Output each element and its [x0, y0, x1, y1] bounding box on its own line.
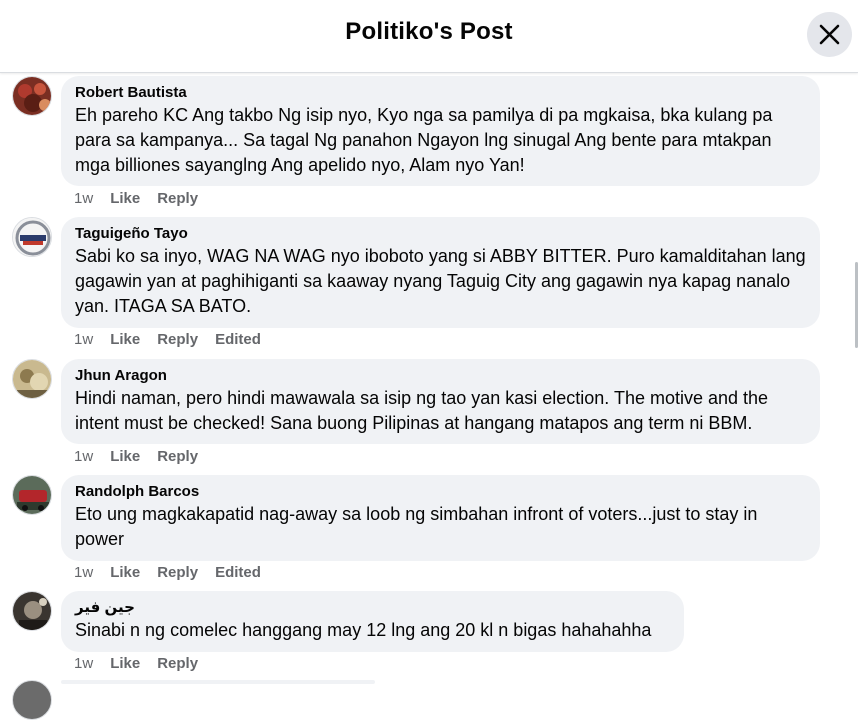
scrollbar-track[interactable]: [854, 72, 858, 684]
edited-label: Edited: [215, 331, 261, 348]
comment-time[interactable]: 1w: [74, 564, 93, 581]
comment-actions: 1w Like Reply: [74, 448, 215, 466]
like-button[interactable]: Like: [110, 331, 140, 348]
avatar[interactable]: [12, 475, 52, 515]
comment-actions: 1w Like Reply Edited: [74, 564, 278, 582]
page-title: Politiko's Post: [345, 18, 513, 45]
reply-button[interactable]: Reply: [157, 655, 198, 672]
avatar[interactable]: [12, 680, 52, 720]
reply-button[interactable]: Reply: [157, 448, 198, 465]
comment-author[interactable]: Robert Bautista: [75, 84, 806, 102]
comment-author[interactable]: Randolph Barcos: [75, 483, 806, 501]
comment-actions: 1w Like Reply: [74, 655, 215, 673]
like-button[interactable]: Like: [110, 190, 140, 207]
comment-bubble: جين فير Sinabi n ng comelec hanggang may…: [61, 591, 684, 652]
avatar[interactable]: [12, 76, 52, 116]
edited-label: Edited: [215, 564, 261, 581]
reply-button[interactable]: Reply: [157, 190, 198, 207]
comment-author[interactable]: Jhun Aragon: [75, 367, 806, 385]
comment-time[interactable]: 1w: [74, 448, 93, 465]
comment-author[interactable]: Taguigeño Tayo: [75, 225, 806, 243]
comment-actions: 1w Like Reply: [74, 190, 215, 208]
comment-bubble: Robert Bautista Eh pareho KC Ang takbo N…: [61, 76, 820, 186]
comment-bubble: Randolph Barcos Eto ung magkakapatid nag…: [61, 475, 820, 561]
comment-bubble: [61, 680, 375, 684]
comment-author[interactable]: جين فير: [75, 599, 670, 617]
like-button[interactable]: Like: [110, 448, 140, 465]
comment-actions: 1w Like Reply Edited: [74, 331, 278, 349]
like-button[interactable]: Like: [110, 655, 140, 672]
close-button[interactable]: [807, 12, 852, 57]
avatar[interactable]: [12, 359, 52, 399]
comment-text: Eh pareho KC Ang takbo Ng isip nyo, Kyo …: [75, 105, 773, 175]
comment-text: Sabi ko sa inyo, WAG NA WAG nyo iboboto …: [75, 246, 806, 316]
close-icon: [819, 24, 840, 45]
reply-button[interactable]: Reply: [157, 564, 198, 581]
comment-time[interactable]: 1w: [74, 655, 93, 672]
avatar[interactable]: [12, 591, 52, 631]
comment-bubble: Taguigeño Tayo Sabi ko sa inyo, WAG NA W…: [61, 217, 820, 328]
comment-text: Eto ung magkakapatid nag-away sa loob ng…: [75, 504, 758, 549]
like-button[interactable]: Like: [110, 564, 140, 581]
comment-time[interactable]: 1w: [74, 190, 93, 207]
comment-time[interactable]: 1w: [74, 331, 93, 348]
reply-button[interactable]: Reply: [157, 331, 198, 348]
post-header: Politiko's Post: [0, 0, 858, 73]
comment-text: Hindi naman, pero hindi mawawala sa isip…: [75, 388, 769, 433]
comment-bubble: Jhun Aragon Hindi naman, pero hindi mawa…: [61, 359, 820, 444]
comment-text: Sinabi n ng comelec hanggang may 12 lng …: [75, 620, 652, 640]
avatar[interactable]: [12, 217, 52, 257]
